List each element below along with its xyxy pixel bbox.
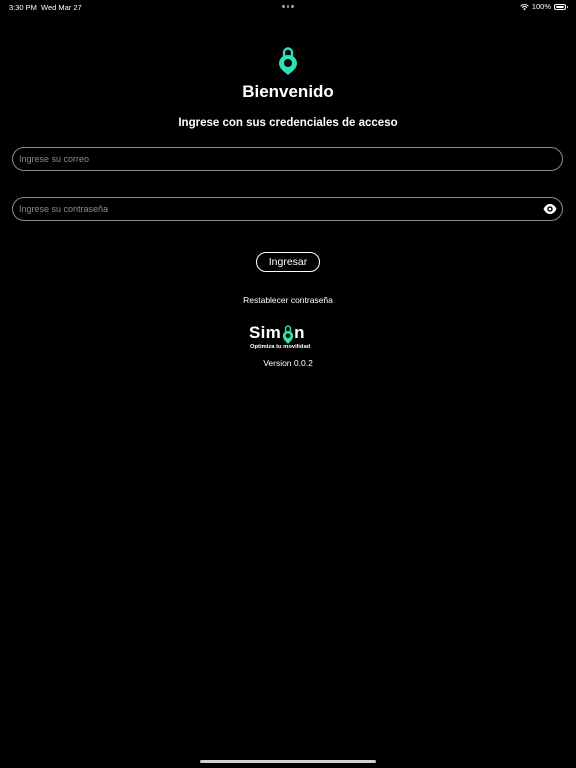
eye-icon[interactable]: [543, 203, 557, 215]
page-subtitle: Ingrese con sus credenciales de acceso: [178, 117, 398, 129]
wifi-icon: [520, 3, 529, 10]
battery-icon: [554, 3, 568, 10]
status-bar: 3:30 PM Wed Mar 27 100%: [0, 0, 576, 14]
logo-pin-icon: [282, 325, 293, 344]
logo-tagline: Optimiza tu movilidad: [250, 344, 311, 350]
reset-password-label[interactable]: Restablecer contraseña: [243, 295, 333, 305]
home-indicator[interactable]: [200, 760, 376, 763]
login-button[interactable]: Ingresar: [256, 252, 320, 272]
email-field[interactable]: [12, 147, 563, 171]
location-pin-icon: [279, 47, 297, 75]
logo-wordmark: Sim n: [249, 323, 305, 344]
reset-password-link[interactable]: Restablecer contraseña: [0, 295, 576, 305]
password-field[interactable]: [12, 197, 563, 221]
email-input[interactable]: [19, 148, 539, 170]
battery-percent: 100%: [531, 2, 551, 11]
logo-word-start: Sim: [249, 323, 282, 342]
status-indicators: 100%: [520, 2, 568, 11]
page-title: Bienvenido: [242, 82, 334, 101]
battery-fill: [556, 5, 564, 8]
logo-word-end: n: [294, 323, 305, 342]
app-version: Version 0.0.2: [263, 358, 313, 368]
status-time: 3:30 PM: [9, 3, 37, 12]
password-input[interactable]: [19, 198, 539, 220]
multitasking-dots-icon[interactable]: [282, 5, 294, 8]
simon-logo: Sim n Optimiza tu movilidad: [249, 323, 329, 353]
status-date: Wed Mar 27: [41, 3, 82, 12]
